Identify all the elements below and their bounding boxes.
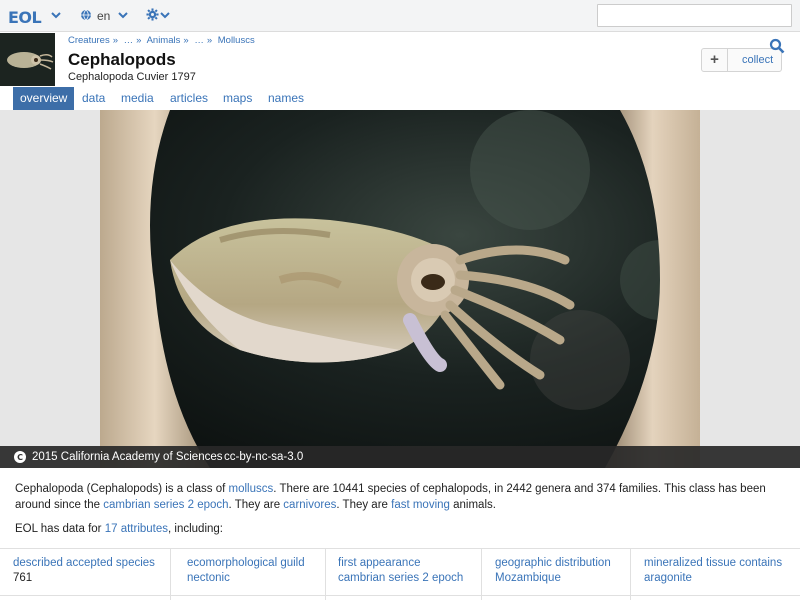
- attribute-label[interactable]: ecomorphological guild: [187, 557, 325, 569]
- attribute-label[interactable]: described accepted species: [13, 557, 170, 569]
- globe-icon[interactable]: [80, 9, 92, 21]
- breadcrumb-item[interactable]: Creatures: [68, 35, 110, 46]
- breadcrumb-item[interactable]: Animals: [147, 35, 181, 46]
- top-bar: EOL en: [0, 0, 800, 32]
- image-license[interactable]: cc-by-nc-sa-3.0: [224, 446, 303, 468]
- summary-text: . They are: [336, 499, 392, 511]
- data-heading: EOL has data for 17 attributes, includin…: [15, 523, 223, 535]
- tab-media[interactable]: media: [114, 87, 161, 110]
- breadcrumb-item[interactable]: …: [194, 35, 204, 46]
- creative-commons-icon[interactable]: C: [14, 451, 26, 463]
- breadcrumb-item[interactable]: …: [124, 35, 134, 46]
- tab-overview[interactable]: overview: [13, 87, 75, 110]
- taxon-thumbnail[interactable]: [0, 33, 55, 86]
- attribute-value[interactable]: Mozambique: [495, 572, 630, 584]
- attribute-label[interactable]: geographic distribution: [495, 557, 630, 569]
- attribute-label[interactable]: first appearance: [338, 557, 481, 569]
- attribute-cell[interactable]: ecomorphological guild nectonic: [174, 549, 326, 600]
- breadcrumb-separator: »: [136, 35, 142, 46]
- image-credit: 2015 California Academy of Sciences: [32, 451, 223, 463]
- eol-logo[interactable]: EOL: [8, 8, 42, 27]
- image-caption: C 2015 California Academy of Sciences cc…: [0, 446, 800, 468]
- attribute-value: 761: [13, 572, 33, 584]
- link-molluscs[interactable]: molluscs: [229, 483, 274, 495]
- chevron-down-icon[interactable]: [50, 9, 62, 21]
- search-icon[interactable]: [769, 38, 785, 54]
- scientific-name: Cephalopoda Cuvier 1797: [68, 71, 196, 83]
- language-selector[interactable]: en: [97, 9, 110, 23]
- breadcrumb: Creatures» …» Animals» …» Molluscs: [68, 35, 258, 46]
- breadcrumb-separator: »: [112, 35, 119, 46]
- tab-articles[interactable]: articles: [163, 87, 215, 110]
- cuttlefish-photo[interactable]: [100, 110, 700, 468]
- chevron-down-icon[interactable]: [117, 9, 129, 21]
- plus-icon: +: [702, 49, 728, 71]
- attributes-grid: described accepted species 761 ecomorpho…: [0, 548, 800, 600]
- tab-maps[interactable]: maps: [216, 87, 259, 110]
- data-heading-text: EOL has data for: [15, 523, 105, 535]
- chevron-down-icon[interactable]: [159, 9, 171, 21]
- attribute-cell[interactable]: geographic distribution Mozambique: [482, 549, 631, 600]
- tab-bar: overview data media articles maps names: [0, 87, 800, 110]
- svg-text:C: C: [17, 453, 23, 462]
- link-attributes[interactable]: 17 attributes: [105, 523, 168, 535]
- summary-text: Cephalopoda (Cephalopods) is a class of: [15, 483, 229, 495]
- attribute-cell[interactable]: described accepted species 761: [0, 549, 171, 600]
- attribute-cell[interactable]: first appearance cambrian series 2 epoch: [325, 549, 482, 600]
- tab-names[interactable]: names: [261, 87, 311, 110]
- data-heading-text: , including:: [168, 523, 223, 535]
- summary-paragraph: Cephalopoda (Cephalopods) is a class of …: [15, 481, 790, 513]
- search-input[interactable]: [597, 4, 792, 27]
- summary-text: animals.: [449, 499, 496, 511]
- link-fast-moving[interactable]: fast moving: [391, 499, 450, 511]
- summary-text: . They are: [228, 499, 284, 511]
- collect-label: collect: [742, 54, 774, 66]
- breadcrumb-separator: »: [183, 35, 189, 46]
- breadcrumb-item[interactable]: Molluscs: [218, 35, 255, 46]
- attribute-value[interactable]: nectonic: [187, 572, 325, 584]
- link-carnivores[interactable]: carnivores: [283, 499, 336, 511]
- attribute-value[interactable]: cambrian series 2 epoch: [338, 572, 481, 584]
- page-title: Cephalopods: [68, 50, 176, 69]
- link-cambrian-epoch[interactable]: cambrian series 2 epoch: [103, 499, 228, 511]
- attribute-label[interactable]: mineralized tissue contains: [644, 557, 800, 569]
- attribute-cell[interactable]: mineralized tissue contains aragonite: [631, 549, 800, 600]
- breadcrumb-separator: »: [206, 35, 213, 46]
- attribute-value[interactable]: aragonite: [644, 572, 800, 584]
- tab-data[interactable]: data: [75, 87, 112, 110]
- gear-icon[interactable]: [146, 8, 159, 21]
- hero-image-area: [0, 110, 800, 468]
- grid-divider: [0, 595, 800, 600]
